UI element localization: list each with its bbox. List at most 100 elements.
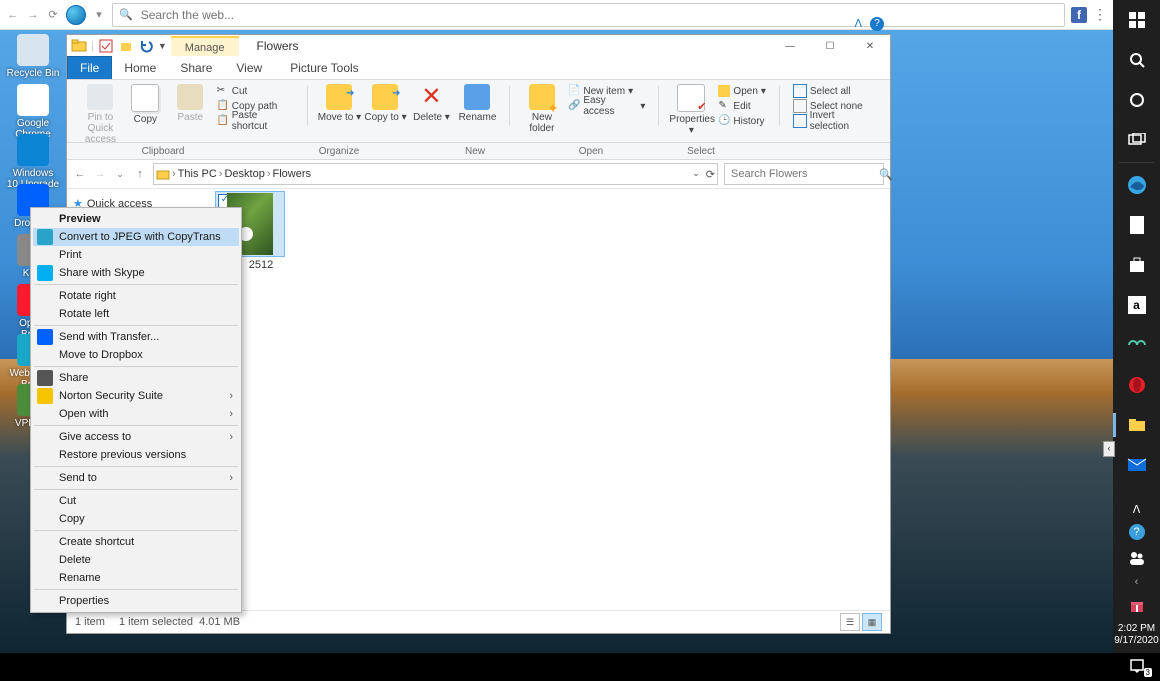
crumb-desktop[interactable]: Desktop [224,168,264,180]
history-button[interactable]: 🕒History [715,114,769,128]
task-view-icon[interactable] [1113,120,1160,160]
context-menu-item[interactable]: Move to Dropbox [33,346,239,364]
context-menu-item[interactable]: Give access to› [33,428,239,446]
desktop-icon[interactable]: Recycle Bin [6,34,60,79]
cut-button[interactable]: ✂Cut [214,84,297,98]
context-menu-item[interactable]: Send to› [33,469,239,487]
context-menu-item[interactable]: Cut [33,492,239,510]
rename-button[interactable]: Rename [455,84,499,123]
context-menu-item[interactable]: Copy [33,510,239,528]
cortana-icon[interactable] [1113,80,1160,120]
desktop-icon[interactable]: Google Chrome [6,84,60,140]
delete-button[interactable]: ✕ Delete ▾ [409,84,453,123]
chevron-right-icon: › [229,472,233,484]
nav-back-icon[interactable]: ← [73,168,87,180]
context-menu-item[interactable]: Open with› [33,405,239,423]
crumb-this-pc[interactable]: This PC [178,168,217,180]
taskbar-document-icon[interactable] [1113,205,1160,245]
forward-icon[interactable]: → [26,8,40,22]
ie-dropdown-icon[interactable]: ▾ [92,8,106,22]
tray-security-icon[interactable]: ? [1113,519,1160,545]
paste-shortcut-button[interactable]: 📋Paste shortcut [214,114,297,128]
ie-icon[interactable] [66,5,86,25]
context-menu-item[interactable]: Create shortcut [33,533,239,551]
tray-notifications-icon[interactable]: 3 [1113,651,1160,681]
crumb-dropdown-icon[interactable]: ⌄ [692,168,700,181]
context-menu-item[interactable]: Rotate right [33,287,239,305]
copy-to-button[interactable]: ➜ Copy to ▾ [363,84,407,123]
tab-view[interactable]: View [224,57,274,79]
taskbar-opera-icon[interactable] [1113,365,1160,405]
context-menu-item[interactable]: Restore previous versions [33,446,239,464]
context-menu-item[interactable]: Print [33,246,239,264]
browser-menu-icon[interactable]: ⋮ [1093,6,1107,23]
search-icon: 🔍 [879,168,893,181]
nav-recent-icon[interactable]: ⌄ [113,169,127,180]
tray-more-icon[interactable]: ‹ [1113,571,1160,593]
context-menu-item[interactable]: Delete [33,551,239,569]
context-menu-item[interactable]: Share [33,369,239,387]
back-icon[interactable]: ← [6,8,20,22]
taskbar-store-icon[interactable] [1113,245,1160,285]
reload-icon[interactable]: ⟳ [46,8,60,22]
nav-up-icon[interactable]: ↑ [133,168,147,180]
move-to-button[interactable]: ➜ Move to ▾ [317,84,361,123]
tab-picture-tools[interactable]: Picture Tools [278,57,370,79]
nav-forward-icon[interactable]: → [93,168,107,180]
ribbon-collapse-icon[interactable]: ᐱ [854,17,862,31]
select-none-icon [793,99,807,113]
context-menu-item[interactable]: Preview [33,210,239,228]
copy-button[interactable]: Copy [124,84,167,125]
open-button[interactable]: Open ▾ [715,84,769,98]
view-details-button[interactable]: ☰ [840,613,860,631]
qat-dropdown-icon[interactable]: ▼ [158,41,167,51]
context-menu-item[interactable]: Rotate left [33,305,239,323]
start-icon[interactable] [1113,0,1160,40]
tray-people-icon[interactable] [1113,545,1160,571]
tab-share[interactable]: Share [168,57,224,79]
facebook-icon[interactable]: f [1071,7,1087,23]
view-large-icons-button[interactable]: ▦ [862,613,882,631]
qat-newfolder-icon[interactable] [118,38,134,54]
paste-button[interactable]: Paste [169,84,212,123]
search-input[interactable] [139,7,1058,23]
taskbar-mail-icon[interactable] [1113,445,1160,485]
tab-home[interactable]: Home [112,57,168,79]
context-menu-item[interactable]: Share with Skype [33,264,239,282]
invert-selection-button[interactable]: Invert selection [790,114,878,128]
easy-access-button[interactable]: 🔗Easy access ▾ [565,99,648,113]
refresh-icon[interactable]: ⟳ [706,168,715,181]
close-button[interactable]: ✕ [850,35,890,57]
qat-undo-icon[interactable] [138,38,154,54]
tray-gift-icon[interactable] [1113,593,1160,619]
tab-contextual-manage[interactable]: Manage [171,36,239,56]
pin-quick-access-button[interactable]: Pin to Quick access [79,84,122,145]
new-folder-button[interactable]: ✦ New folder [520,84,563,134]
edit-button[interactable]: ✎Edit [715,99,769,113]
explorer-search-input[interactable] [729,167,875,181]
crumb-flowers[interactable]: Flowers [273,168,312,180]
context-menu-item[interactable]: Norton Security Suite› [33,387,239,405]
context-menu-item[interactable]: Rename [33,569,239,587]
tray-expand-icon[interactable]: ᐱ [1113,499,1160,519]
qat-properties-icon[interactable] [98,38,114,54]
taskbar-link-icon[interactable] [1113,325,1160,365]
properties-button[interactable]: ✔ Properties ▾ [669,84,713,136]
file-list[interactable]: ✓ xxxx2512 [207,189,890,610]
taskbar-amazon-icon[interactable]: a [1113,285,1160,325]
taskbar-explorer-icon[interactable] [1113,405,1160,445]
tray-clock[interactable]: 2:02 PM 9/17/2020 [1113,619,1160,651]
breadcrumb[interactable]: › This PC › Desktop › Flowers ⌄ ⟳ [153,163,718,185]
maximize-button[interactable]: ☐ [810,35,850,57]
minimize-button[interactable]: — [770,35,810,57]
browser-search[interactable]: 🔍 [112,3,1065,27]
context-menu-item[interactable]: Send with Transfer... [33,328,239,346]
context-menu-item[interactable]: Properties [33,592,239,610]
taskbar-edge-icon[interactable] [1113,165,1160,205]
search-icon[interactable] [1113,40,1160,80]
ribbon-help-icon[interactable]: ? [870,17,884,31]
explorer-search[interactable]: 🔍 [724,163,884,185]
context-menu-item[interactable]: Convert to JPEG with CopyTrans [33,228,239,246]
select-all-button[interactable]: Select all [790,84,878,98]
tab-file[interactable]: File [67,56,112,79]
